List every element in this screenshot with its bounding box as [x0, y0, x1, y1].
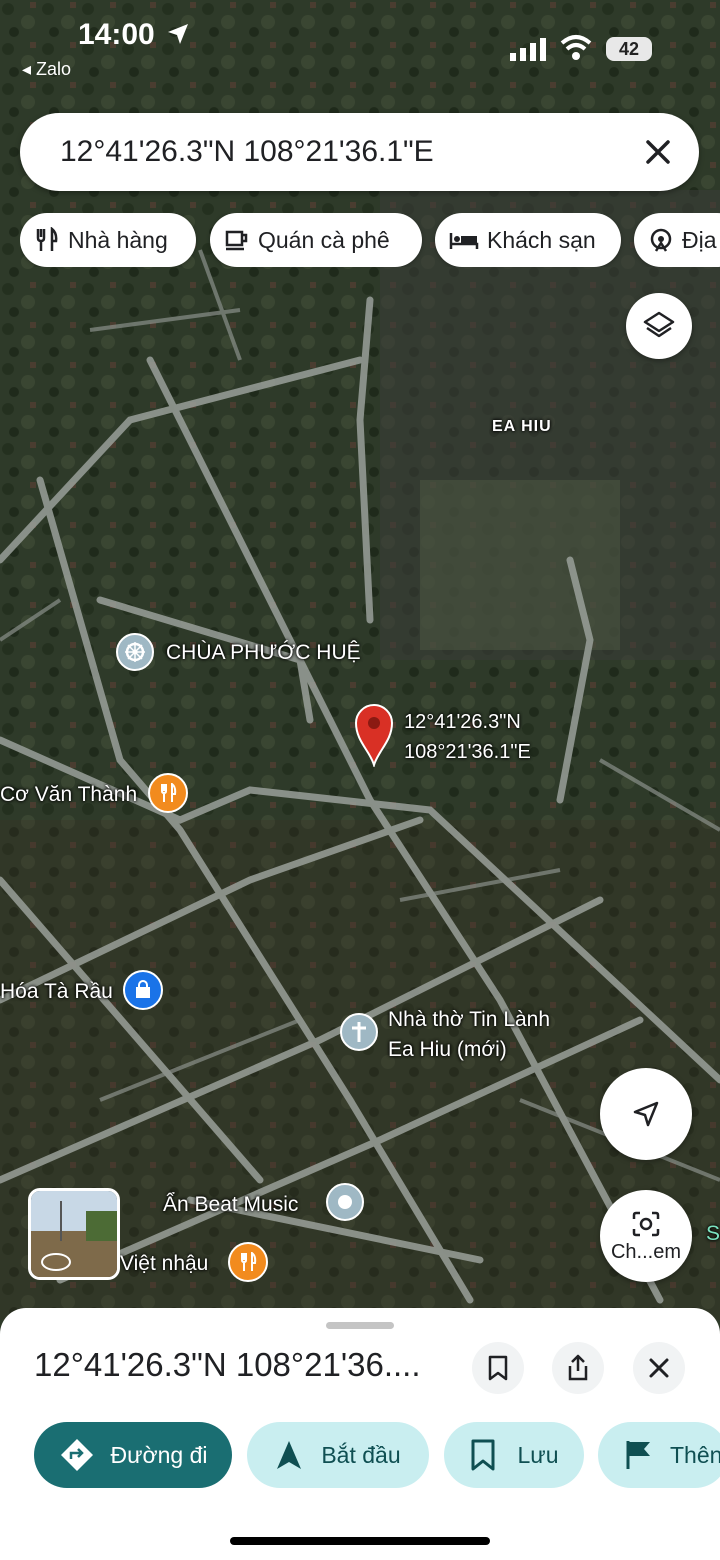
area-label: EA HIU — [492, 418, 552, 435]
search-input[interactable]: 12°41'26.3"N 108°21'36.1"E — [60, 135, 434, 169]
dropped-pin[interactable]: 12°41'26.3"N 108°21'36.1"E — [354, 703, 554, 775]
start-label: Bắt đầu — [321, 1441, 401, 1468]
pin-label-lat: 12°41'26.3"N — [404, 711, 521, 733]
drag-handle[interactable] — [326, 1322, 394, 1329]
navigation-arrow-icon — [277, 1441, 302, 1469]
place-viet-nhau[interactable]: Việt nhậu — [120, 1242, 270, 1284]
cellular-signal-icon — [510, 38, 546, 61]
search-bar[interactable]: 12°41'26.3"N 108°21'36.1"E — [20, 113, 699, 191]
place-dot-icon — [326, 1183, 364, 1221]
fork-knife-icon — [36, 227, 58, 251]
lens-label: Ch...em — [610, 1240, 682, 1263]
place-bottom-sheet[interactable]: 12°41'26.3"N 108°21'36.... Đường đi Bắt … — [0, 1308, 720, 1560]
chip-label: Nhà hàng — [68, 226, 168, 253]
save-label: Lưu — [517, 1441, 559, 1468]
more-label: Thên — [670, 1441, 720, 1468]
flag-icon — [626, 1441, 650, 1469]
restaurant-icon — [228, 1242, 268, 1282]
chip-label: Địa — [682, 226, 717, 253]
place-label-line2: Ea Hiu (mới) — [388, 1038, 507, 1061]
wifi-icon — [560, 35, 592, 60]
directions-label: Đường đi — [110, 1441, 208, 1468]
clock: 14:00 — [78, 18, 155, 51]
bed-icon — [449, 233, 479, 249]
my-location-button[interactable] — [600, 1068, 692, 1160]
partial-place-label: S — [706, 1222, 720, 1245]
place-hoa-ta-rau[interactable]: Hóa Tà Rầu — [0, 970, 170, 1012]
shopping-bag-icon — [123, 970, 163, 1010]
place-label: Hóa Tà Rầu — [0, 980, 113, 1003]
battery-indicator: 42 — [606, 37, 652, 61]
bookmark-icon — [471, 1439, 494, 1471]
place-label: Nhà thờ Tin Lành — [388, 1008, 551, 1031]
layers-button[interactable] — [626, 293, 692, 359]
close-icon — [649, 1358, 669, 1378]
pin-label-lng: 108°21'36.1"E — [404, 741, 531, 763]
chip-restaurants[interactable]: Nhà hàng — [20, 213, 196, 267]
chip-attractions[interactable]: Địa — [634, 213, 720, 267]
place-chua-phuoc-hue[interactable]: CHÙA PHƯỚC HUỆ — [116, 633, 396, 673]
back-to-app-link[interactable]: ◂ Zalo — [22, 59, 71, 80]
save-icon-button[interactable] — [472, 1342, 524, 1394]
layers-icon — [643, 311, 675, 338]
directions-button[interactable]: Đường đi — [34, 1422, 232, 1488]
chip-cafes[interactable]: Quán cà phê — [210, 213, 422, 267]
coffee-cup-icon — [225, 230, 248, 251]
place-an-beat-music[interactable]: Ẩn Beat Music — [163, 1183, 373, 1225]
chip-hotels[interactable]: Khách sạn — [435, 213, 621, 267]
back-app-label: Zalo — [36, 59, 72, 79]
place-title: 12°41'26.3"N 108°21'36.... — [34, 1346, 421, 1383]
close-icon[interactable] — [641, 135, 675, 169]
lens-button[interactable]: Ch...em — [600, 1190, 692, 1282]
street-view-thumbnail[interactable] — [28, 1188, 120, 1280]
bookmark-icon — [488, 1355, 508, 1381]
share-button[interactable] — [552, 1342, 604, 1394]
status-bar: 14:00 ◂ Zalo 42 — [0, 0, 720, 90]
more-button[interactable]: Thên — [598, 1422, 720, 1488]
home-indicator[interactable] — [230, 1537, 490, 1545]
place-co-van-thanh[interactable]: Cơ Văn Thành — [0, 773, 200, 815]
restaurant-icon — [148, 773, 188, 813]
close-sheet-button[interactable] — [633, 1342, 685, 1394]
map-pin-icon — [354, 704, 394, 767]
directions-icon — [60, 1439, 93, 1471]
church-cross-icon — [340, 1013, 378, 1051]
place-label: CHÙA PHƯỚC HUỆ — [166, 641, 361, 664]
attraction-icon — [650, 228, 672, 252]
chip-label: Quán cà phê — [258, 226, 390, 253]
save-button[interactable]: Lưu — [444, 1422, 584, 1488]
place-nha-tho-tin-lanh[interactable]: Nhà thờ Tin Lành Ea Hiu (mới) — [340, 1008, 580, 1068]
place-label: Cơ Văn Thành — [0, 783, 138, 806]
rotate-360-icon — [41, 1253, 71, 1271]
start-button[interactable]: Bắt đầu — [247, 1422, 429, 1488]
camera-lens-icon — [632, 1211, 660, 1236]
location-arrow-icon — [168, 24, 188, 44]
place-label: Ẩn Beat Music — [163, 1193, 299, 1216]
chip-label: Khách sạn — [487, 226, 596, 253]
navigation-arrow-icon — [633, 1101, 659, 1127]
category-chips: Nhà hàng Quán cà phê Khách sạn Địa — [20, 213, 720, 267]
place-label: Việt nhậu — [120, 1252, 209, 1275]
temple-wheel-icon — [116, 633, 154, 671]
share-icon — [568, 1354, 588, 1381]
